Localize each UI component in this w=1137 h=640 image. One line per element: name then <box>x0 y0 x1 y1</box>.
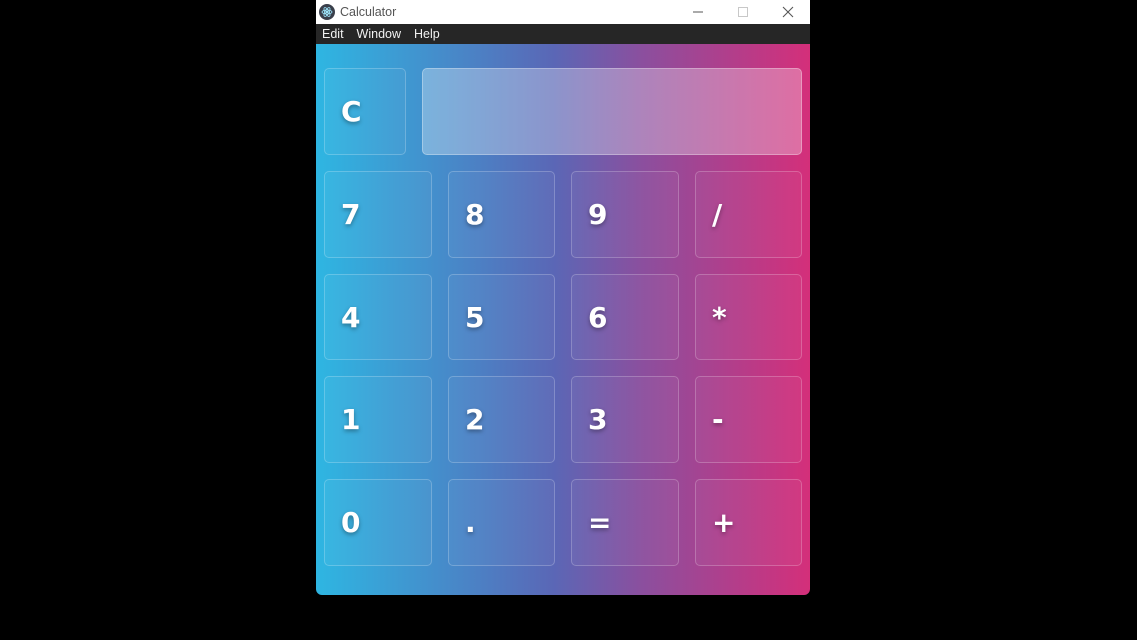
minimize-icon <box>692 11 703 13</box>
key-multiply[interactable]: * <box>695 274 802 360</box>
maximize-button[interactable] <box>720 0 765 24</box>
menu-item-edit[interactable]: Edit <box>322 27 344 41</box>
calculator-display <box>422 68 802 155</box>
minimize-button[interactable] <box>675 0 720 24</box>
window-title: Calculator <box>340 5 397 19</box>
key-decimal[interactable]: . <box>448 479 555 566</box>
key-4[interactable]: 4 <box>324 274 432 360</box>
key-subtract[interactable]: - <box>695 376 802 463</box>
clear-button[interactable]: C <box>324 68 406 155</box>
menu-bar: Edit Window Help <box>316 24 810 44</box>
close-button[interactable] <box>765 0 810 24</box>
key-6[interactable]: 6 <box>571 274 679 360</box>
key-5[interactable]: 5 <box>448 274 555 360</box>
window-controls <box>675 0 810 24</box>
key-equals[interactable]: = <box>571 479 679 566</box>
maximize-icon <box>737 7 748 17</box>
calculator-window: Calculator Edit Window Help C 7 8 9 / 4 … <box>316 0 810 595</box>
menu-item-window[interactable]: Window <box>357 27 401 41</box>
close-icon <box>782 6 793 18</box>
key-7[interactable]: 7 <box>324 171 432 258</box>
key-2[interactable]: 2 <box>448 376 555 463</box>
app-icon <box>319 4 335 20</box>
key-9[interactable]: 9 <box>571 171 679 258</box>
calculator-body: C 7 8 9 / 4 5 6 * 1 2 3 - 0 . = + <box>316 44 810 595</box>
key-add[interactable]: + <box>695 479 802 566</box>
title-bar: Calculator <box>316 0 810 24</box>
key-1[interactable]: 1 <box>324 376 432 463</box>
key-0[interactable]: 0 <box>324 479 432 566</box>
menu-item-help[interactable]: Help <box>414 27 440 41</box>
key-8[interactable]: 8 <box>448 171 555 258</box>
key-divide[interactable]: / <box>695 171 802 258</box>
key-3[interactable]: 3 <box>571 376 679 463</box>
